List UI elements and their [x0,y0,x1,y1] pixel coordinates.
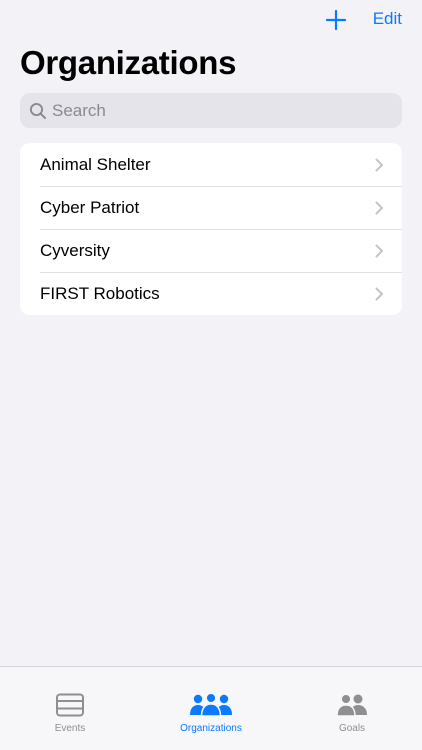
magnifying-glass-icon [28,101,48,121]
plus-icon [325,9,347,31]
events-icon [55,691,85,719]
tab-bar: Events Organizations Goals [0,666,422,750]
list-item-label: FIRST Robotics [40,283,160,303]
navigation-bar: Edit [0,0,422,44]
add-button[interactable] [322,6,350,34]
search-input[interactable] [52,100,382,121]
list-item[interactable]: Cyber Patriot [20,186,402,229]
tab-label: Organizations [180,723,242,734]
list-item[interactable]: Animal Shelter [20,143,402,186]
tab-label: Goals [338,723,366,734]
organizations-list: Animal Shelter Cyber Patriot Cyversity F… [20,143,402,315]
list-item-label: Cyversity [40,240,110,260]
tab-label: Events [54,723,86,734]
edit-button[interactable]: Edit [373,9,402,29]
search-bar[interactable] [20,93,402,128]
organizations-screen: Edit Organizations Animal Shelter Cyber … [0,0,422,750]
list-item-label: Animal Shelter [40,154,151,174]
chevron-right-icon [375,244,383,257]
list-item[interactable]: Cyversity [20,229,402,272]
tab-goals[interactable]: Goals [282,667,422,750]
chevron-right-icon [375,201,383,214]
list-item[interactable]: FIRST Robotics [20,272,402,315]
page-title: Organizations [20,44,237,81]
tab-organizations[interactable]: Organizations [141,667,281,750]
people-two-icon [336,691,368,719]
chevron-right-icon [375,158,383,171]
list-item-label: Cyber Patriot [40,197,140,217]
chevron-right-icon [375,287,383,300]
tab-events[interactable]: Events [0,667,140,750]
people-three-icon [189,691,233,719]
